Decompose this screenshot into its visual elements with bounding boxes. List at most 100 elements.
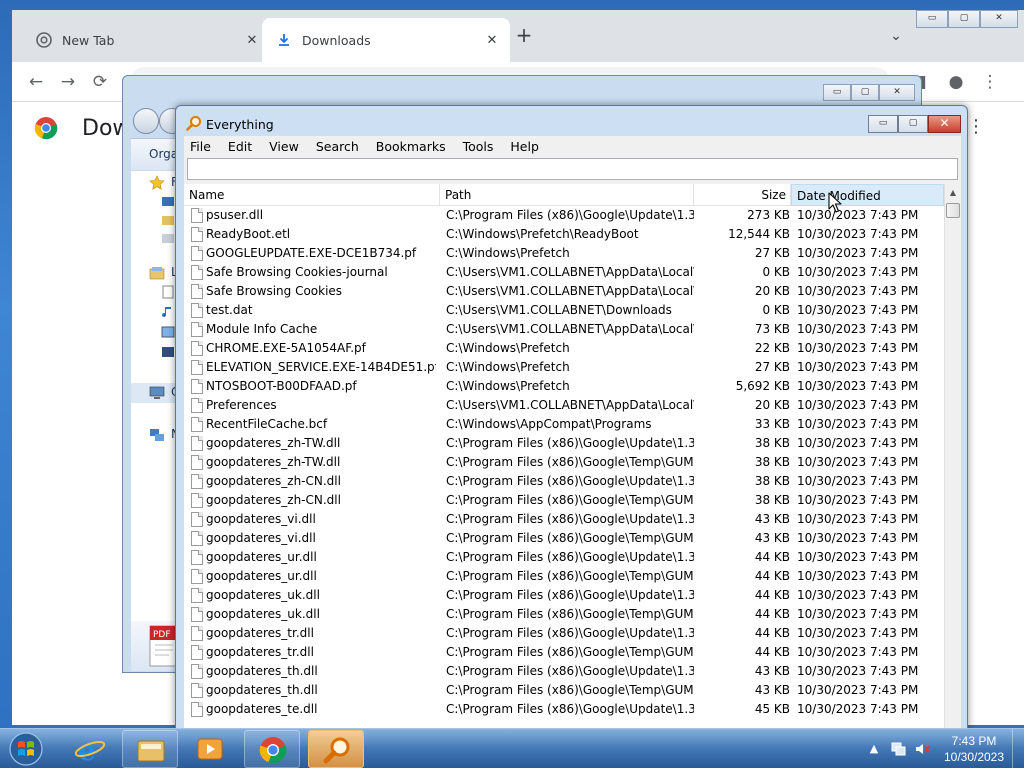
column-size-header[interactable]: Size: [694, 184, 791, 206]
show-hidden-icons-icon[interactable]: ▲: [866, 741, 882, 757]
file-size: 43 KB: [754, 512, 790, 526]
clock-date[interactable]: 10/30/2023: [936, 750, 1012, 764]
file-date-modified: 10/30/2023 7:43 PM: [797, 645, 919, 659]
table-row[interactable]: CHROME.EXE-5A1054AF.pf C:\Windows\Prefetc…: [184, 339, 944, 358]
close-tab-icon[interactable]: ✕: [244, 33, 260, 48]
column-path-header[interactable]: Path: [440, 184, 694, 206]
scroll-up-arrow-icon[interactable]: ▲: [945, 184, 961, 201]
taskbar-everything[interactable]: [308, 730, 364, 768]
table-row[interactable]: goopdateres_th.dll C:\Program Files (x86)…: [184, 662, 944, 681]
table-row[interactable]: goopdateres_ur.dll C:\Program Files (x86)…: [184, 548, 944, 567]
table-row[interactable]: goopdateres_tr.dll C:\Program Files (x86)…: [184, 643, 944, 662]
taskbar-internet-explorer[interactable]: e: [62, 730, 118, 768]
everything-title-bar[interactable]: Everything ▭ ▢ ✕: [176, 106, 967, 138]
file-path: C:\Program Files (x86)\Google\Update\1.3…: [446, 512, 694, 526]
table-row[interactable]: goopdateres_vi.dll C:\Program Files (x86)…: [184, 510, 944, 529]
table-row[interactable]: Preferences C:\Users\VM1.COLLABNET\AppDat…: [184, 396, 944, 415]
search-input[interactable]: [187, 158, 958, 180]
clock-time[interactable]: 7:43 PM: [936, 734, 1012, 748]
file-name: ELEVATION_SERVICE.EXE-14B4DE51.pf: [206, 360, 436, 374]
minimize-button[interactable]: ▭: [868, 115, 898, 133]
menu-view[interactable]: View: [269, 139, 308, 154]
file-date-modified: 10/30/2023 7:43 PM: [797, 588, 919, 602]
file-name: goopdateres_vi.dll: [206, 531, 316, 545]
menu-help[interactable]: Help: [510, 139, 548, 154]
menu-tools[interactable]: Tools: [463, 139, 503, 154]
table-row[interactable]: Safe Browsing Cookies C:\Users\VM1.COLLAB…: [184, 282, 944, 301]
file-icon: [191, 664, 203, 679]
menu-search[interactable]: Search: [316, 139, 368, 154]
taskbar-media-player[interactable]: [182, 730, 238, 768]
volume-muted-icon[interactable]: [914, 741, 930, 757]
file-name: goopdateres_th.dll: [206, 664, 318, 678]
file-name: goopdateres_ur.dll: [206, 569, 317, 583]
table-row[interactable]: Safe Browsing Cookies-journal C:\Users\VM…: [184, 263, 944, 282]
tab-search-button[interactable]: ⌄: [884, 24, 908, 48]
file-path: C:\Program Files (x86)\Google\Update\1.3…: [446, 474, 694, 488]
menu-edit[interactable]: Edit: [228, 139, 261, 154]
table-row[interactable]: ReadyBoot.etl C:\Windows\Prefetch\ReadyBo…: [184, 225, 944, 244]
table-row[interactable]: RecentFileCache.bcf C:\Windows\AppCompat\…: [184, 415, 944, 434]
table-row[interactable]: goopdateres_zh-TW.dll C:\Program Files (x…: [184, 434, 944, 453]
table-row[interactable]: ELEVATION_SERVICE.EXE-14B4DE51.pf C:\Wind…: [184, 358, 944, 377]
show-desktop-button[interactable]: [1012, 729, 1024, 768]
table-row[interactable]: goopdateres_ur.dll C:\Program Files (x86)…: [184, 567, 944, 586]
table-row[interactable]: goopdateres_uk.dll C:\Program Files (x86)…: [184, 605, 944, 624]
table-row[interactable]: GOOGLEUPDATE.EXE-DCE1B734.pf C:\Windows\P…: [184, 244, 944, 263]
file-name: Module Info Cache: [206, 322, 318, 336]
scrollbar-thumb[interactable]: [946, 203, 960, 218]
table-row[interactable]: goopdateres_te.dll C:\Program Files (x86)…: [184, 700, 944, 719]
network-icon: [149, 427, 165, 443]
table-row[interactable]: Module Info Cache C:\Users\VM1.COLLABNET\…: [184, 320, 944, 339]
maximize-button[interactable]: ▢: [851, 84, 879, 101]
file-name: goopdateres_tr.dll: [206, 645, 314, 659]
column-name-header[interactable]: Name: [184, 184, 440, 206]
back-button[interactable]: [133, 108, 159, 134]
more-actions-icon[interactable]: ⋮: [967, 116, 985, 137]
menu-file[interactable]: File: [190, 139, 220, 154]
table-row[interactable]: NTOSBOOT-B00DFAAD.pf C:\Windows\Prefetch 5…: [184, 377, 944, 396]
table-row[interactable]: goopdateres_uk.dll C:\Program Files (x86)…: [184, 586, 944, 605]
file-date-modified: 10/30/2023 7:43 PM: [797, 303, 919, 317]
taskbar-windows-explorer[interactable]: [122, 730, 178, 768]
table-row[interactable]: goopdateres_zh-CN.dll C:\Program Files (x…: [184, 491, 944, 510]
tab-new-tab[interactable]: New Tab ✕: [22, 18, 270, 62]
close-button[interactable]: ✕: [879, 84, 915, 101]
reload-button[interactable]: ⟳: [88, 70, 112, 94]
close-button[interactable]: ✕: [980, 10, 1018, 28]
profile-icon[interactable]: ●: [944, 70, 968, 94]
table-row[interactable]: goopdateres_tr.dll C:\Program Files (x86)…: [184, 624, 944, 643]
close-tab-icon[interactable]: ✕: [484, 33, 500, 48]
file-path: C:\Program Files (x86)\Google\Temp\GUMB.…: [446, 455, 694, 469]
file-icon: [191, 417, 203, 432]
tab-downloads[interactable]: Downloads ✕: [262, 18, 510, 62]
table-row[interactable]: goopdateres_zh-TW.dll C:\Program Files (x…: [184, 453, 944, 472]
file-path: C:\Program Files (x86)\Google\Temp\GUMB.…: [446, 645, 694, 659]
table-row[interactable]: goopdateres_vi.dll C:\Program Files (x86)…: [184, 529, 944, 548]
taskbar-chrome[interactable]: [244, 730, 300, 768]
file-icon: [191, 322, 203, 337]
table-row[interactable]: goopdateres_th.dll C:\Program Files (x86)…: [184, 681, 944, 700]
minimize-button[interactable]: ▭: [916, 10, 948, 28]
organize-button[interactable]: Orga: [149, 147, 178, 161]
close-button[interactable]: ✕: [928, 115, 961, 133]
file-icon: [191, 455, 203, 470]
file-size: 38 KB: [754, 436, 790, 450]
table-row[interactable]: test.dat C:\Users\VM1.COLLABNET\Downloads…: [184, 301, 944, 320]
minimize-button[interactable]: ▭: [823, 84, 851, 101]
file-size: 38 KB: [754, 493, 790, 507]
new-tab-button[interactable]: +: [512, 24, 536, 48]
action-center-icon[interactable]: [890, 741, 906, 757]
start-button[interactable]: [6, 730, 46, 768]
file-path: C:\Program Files (x86)\Google\Temp\GUMB.…: [446, 683, 694, 697]
table-row[interactable]: goopdateres_zh-CN.dll C:\Program Files (x…: [184, 472, 944, 491]
file-path: C:\Windows\AppCompat\Programs: [446, 417, 652, 431]
chrome-menu-icon[interactable]: ⋮: [978, 70, 1002, 94]
forward-button[interactable]: →: [56, 70, 80, 94]
maximize-button[interactable]: ▢: [898, 115, 928, 133]
file-icon: [191, 569, 203, 584]
vertical-scrollbar[interactable]: ▲: [944, 184, 961, 729]
maximize-button[interactable]: ▢: [948, 10, 980, 28]
back-button[interactable]: ←: [24, 70, 48, 94]
menu-bookmarks[interactable]: Bookmarks: [376, 139, 455, 154]
